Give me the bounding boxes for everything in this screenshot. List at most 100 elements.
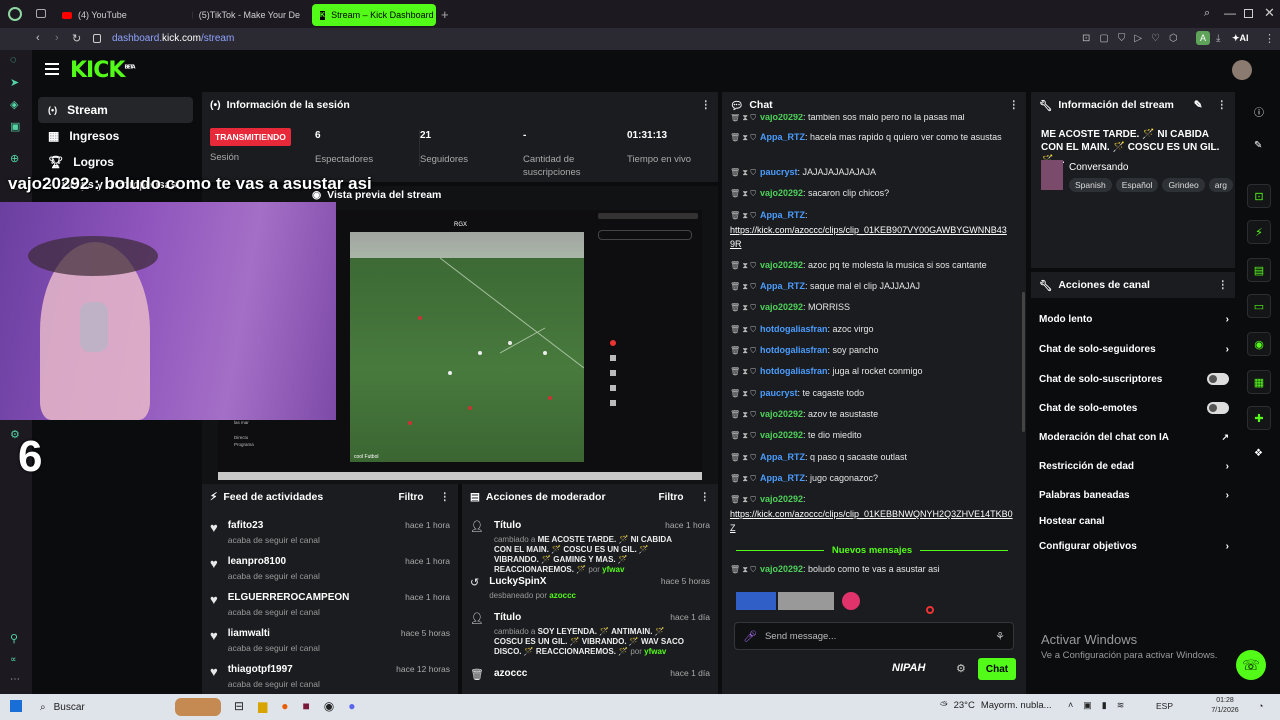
- minimize-icon[interactable]: —: [1224, 6, 1236, 20]
- browser-logo-icon[interactable]: [8, 7, 22, 21]
- obs-icon[interactable]: ◉: [324, 699, 334, 713]
- forward-icon[interactable]: ›: [55, 32, 59, 44]
- sidebar-item-stream[interactable]: (•) Stream: [38, 97, 193, 123]
- tag[interactable]: Grindeo: [1162, 178, 1205, 192]
- rail-broadcast-button[interactable]: ◉: [1247, 332, 1271, 356]
- more-options-icon[interactable]: ⋮: [701, 99, 711, 111]
- chat-username[interactable]: vajo20292: [760, 430, 803, 440]
- chat-username[interactable]: vajo20292: [760, 114, 803, 122]
- file-explorer-icon[interactable]: ▆: [258, 699, 267, 713]
- clock[interactable]: 01:28 7/1/2026: [1200, 696, 1250, 716]
- rail-layout-button[interactable]: ▦: [1247, 370, 1271, 394]
- send-chat-button[interactable]: Chat: [978, 658, 1016, 680]
- heart-icon[interactable]: ♡: [1151, 33, 1160, 44]
- activity-user[interactable]: liamwalti: [228, 628, 320, 639]
- filter-button[interactable]: Filtro: [399, 492, 424, 503]
- activity-user[interactable]: ELGUERREROCAMPEON: [228, 592, 350, 603]
- tag[interactable]: Español: [1115, 178, 1159, 192]
- url-field[interactable]: dashboard.kick.com/stream: [112, 33, 234, 44]
- rail-notes-button[interactable]: ▤: [1247, 258, 1271, 282]
- kick-logo[interactable]: KICKBETA: [70, 58, 136, 83]
- chat-input-box[interactable]: 🎤︎ Send message... ⚘: [734, 622, 1014, 650]
- mod-tools-icon[interactable]: 🗑 ⧗ ⛉: [730, 410, 756, 419]
- filter-button[interactable]: Filtro: [659, 492, 684, 503]
- tab-youtube[interactable]: (4) YouTube: [54, 4, 184, 26]
- shield-icon[interactable]: ⛉: [1118, 33, 1126, 44]
- hamburger-menu-icon[interactable]: [45, 63, 59, 75]
- mod-action-user[interactable]: yfwav: [644, 647, 666, 656]
- side-icon-7[interactable]: ∝: [10, 654, 16, 665]
- more-options-icon[interactable]: ⋮: [440, 491, 451, 503]
- tag[interactable]: arg: [1208, 178, 1233, 192]
- emotes-only-toggle[interactable]: [1207, 402, 1229, 414]
- search-tabs-icon[interactable]: ⌕: [1204, 7, 1210, 20]
- side-icon-5[interactable]: ⊕: [10, 152, 19, 165]
- mod-tools-icon[interactable]: 🗑 ⧗ ⛉: [730, 389, 756, 398]
- info-icon[interactable]: ⓘ: [1254, 104, 1264, 119]
- more-options-icon[interactable]: ⋮: [700, 491, 711, 503]
- chat-username[interactable]: vajo20292: [760, 260, 803, 270]
- channel-action-host[interactable]: Hostear canal: [1039, 516, 1229, 527]
- mod-tools-icon[interactable]: 🗑 ⧗ ⛉: [730, 282, 756, 291]
- app-icon[interactable]: ■: [303, 699, 310, 713]
- pencil-icon[interactable]: ✎: [1254, 140, 1262, 151]
- screenshot-icon[interactable]: ▢: [1099, 33, 1108, 44]
- mod-action-user[interactable]: yfwav: [602, 565, 624, 574]
- mod-action-user[interactable]: azoccc: [549, 591, 576, 600]
- channel-action-ai-moderation[interactable]: Moderación del chat con IA ↗: [1039, 432, 1229, 443]
- chat-username[interactable]: hotdogaliasfran: [760, 345, 828, 355]
- sidebar-item-ingresos[interactable]: ▦ Ingresos: [38, 123, 193, 149]
- mod-tools-icon[interactable]: 🗑 ⧗ ⛉: [730, 474, 756, 483]
- side-icon-1[interactable]: ◌: [10, 54, 17, 66]
- mod-tools-icon[interactable]: 🗑 ⧗ ⛉: [730, 133, 756, 142]
- channel-action-followers-only[interactable]: Chat de solo-seguidores ›: [1039, 344, 1229, 355]
- mod-tools-icon[interactable]: 🗑 ⧗ ⛉: [730, 189, 756, 198]
- chat-link[interactable]: https://kick.com/azoccc/clips/clip_01KEB…: [730, 509, 1013, 533]
- mod-tools-icon[interactable]: 🗑 ⧗ ⛉: [730, 261, 756, 270]
- chat-username[interactable]: hotdogaliasfran: [760, 366, 828, 376]
- mod-tools-icon[interactable]: 🗑 ⧗ ⛉: [730, 495, 756, 504]
- emote-2[interactable]: [778, 592, 834, 610]
- taskbar-search[interactable]: ⌕ Buscar: [34, 697, 174, 717]
- ai-button[interactable]: ✦AI: [1232, 33, 1249, 44]
- weather-widget[interactable]: ⛅︎ 23°C Mayorm. nubla...: [940, 700, 1052, 711]
- pin-icon[interactable]: ⊡: [1082, 33, 1090, 44]
- chat-username[interactable]: vajo20292: [760, 494, 803, 504]
- chat-settings-icon[interactable]: ⚙: [956, 662, 966, 675]
- notifications-icon[interactable]: ◔: [1258, 701, 1263, 711]
- tray-icon[interactable]: ▣: [1083, 700, 1092, 711]
- chat-username[interactable]: vajo20292: [760, 188, 803, 198]
- menu-icon[interactable]: ⋮: [1264, 32, 1275, 45]
- channel-action-slow-mode[interactable]: Modo lento ›: [1039, 314, 1229, 325]
- mod-tools-icon[interactable]: 🗑 ⧗ ⛉: [730, 346, 756, 355]
- edit-icon[interactable]: ✎: [1194, 99, 1203, 111]
- brave-icon[interactable]: ●: [281, 699, 288, 713]
- discord-icon[interactable]: ●: [348, 699, 355, 713]
- puzzle-icon[interactable]: ⬡: [1169, 33, 1178, 44]
- task-view-icon[interactable]: ⊟: [234, 699, 244, 713]
- chat-username[interactable]: paucryst: [760, 167, 798, 177]
- chat-username[interactable]: Appa_RTZ: [760, 281, 805, 291]
- category-name[interactable]: Conversando: [1069, 162, 1128, 173]
- chat-username[interactable]: vajo20292: [760, 302, 803, 312]
- mod-tools-icon[interactable]: 🗑 ⧗ ⛉: [730, 325, 756, 334]
- chat-username[interactable]: hotdogaliasfran: [760, 324, 828, 334]
- help-chat-button[interactable]: ☏: [1236, 650, 1266, 680]
- download-icon[interactable]: ⤓: [1216, 33, 1220, 44]
- mod-tools-icon[interactable]: 🗑 ⧗ ⛉: [730, 114, 756, 122]
- side-icon-2[interactable]: ➤: [10, 76, 19, 89]
- language-indicator[interactable]: ESP: [1156, 701, 1173, 711]
- rail-apps-icon[interactable]: ❖: [1254, 448, 1263, 459]
- more-options-icon[interactable]: ⋮: [1009, 99, 1019, 111]
- activity-user[interactable]: thiagotpf1997: [228, 664, 320, 675]
- mod-tools-icon[interactable]: 🗑 ⧗ ⛉: [730, 453, 756, 462]
- chat-username[interactable]: paucryst: [760, 388, 798, 398]
- channel-action-banned-words[interactable]: Palabras baneadas ›: [1039, 490, 1229, 501]
- side-icon-4[interactable]: ▣: [10, 120, 20, 133]
- user-avatar[interactable]: [1232, 60, 1252, 80]
- profile-avatar[interactable]: A: [1196, 31, 1210, 45]
- emote-picker-icon[interactable]: ⚘: [995, 630, 1005, 643]
- more-options-icon[interactable]: ⋮: [1217, 99, 1228, 111]
- mod-tools-icon[interactable]: 🗑 ⧗ ⛉: [730, 431, 756, 440]
- mod-tools-icon[interactable]: 🗑 ⧗ ⛉: [730, 211, 756, 220]
